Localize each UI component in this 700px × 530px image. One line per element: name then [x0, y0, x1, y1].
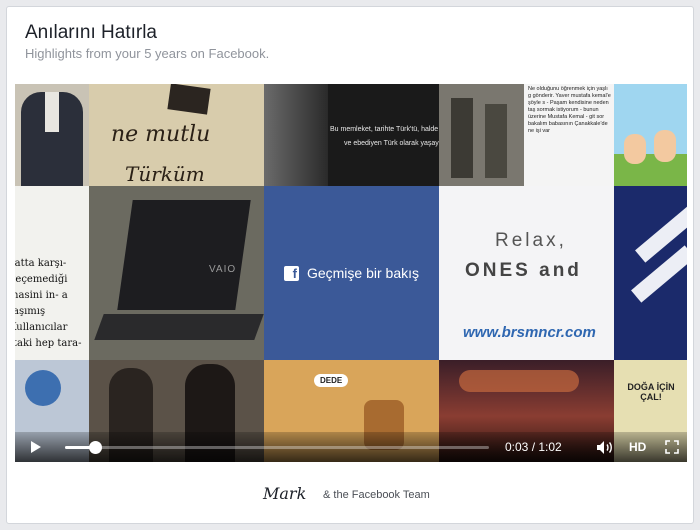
laptop-base [94, 314, 264, 340]
signature: Mark [263, 484, 307, 503]
video-controls: 0:03 / 1:02 HD [15, 432, 687, 462]
fullscreen-icon[interactable] [665, 440, 679, 454]
figure-shape [451, 98, 473, 178]
doga-text: DOĞA İÇİN ÇAL! [627, 382, 675, 402]
cloud-shape [459, 370, 579, 392]
website-text: www.brsmncr.com [463, 324, 596, 341]
time-total: 1:02 [538, 440, 562, 454]
page-subtitle: Highlights from your 5 years on Facebook… [25, 46, 270, 61]
page-title: Anılarını Hatırla [25, 22, 157, 43]
turkum-text: Türküm [125, 162, 205, 186]
relax-line-2: ONES and [465, 260, 582, 281]
badge-shape [167, 84, 211, 115]
memories-card: Anılarını Hatırla Highlights from your 5… [6, 6, 694, 524]
photo-tile-cartoon [614, 84, 687, 186]
volume-icon[interactable] [597, 441, 613, 454]
photo-tile-story: Ne olduğunu öğrenmek için yaşlı g gönder… [524, 84, 614, 186]
disc-shape [25, 370, 61, 406]
photo-tile-logo [614, 186, 687, 360]
shirt-shape [45, 92, 59, 132]
hd-button[interactable]: HD [629, 440, 646, 454]
character-shape [624, 134, 646, 164]
time-current: 0:03 [505, 440, 529, 454]
photo-tile-relax: Relax, ONES and www.brsmncr.com [439, 186, 614, 360]
time-display: 0:03 / 1:02 [505, 440, 562, 454]
story-text: Ne olduğunu öğrenmek için yaşlı g gönder… [528, 86, 611, 134]
photo-tile-ne-mutlu: ne mutlu Türküm [89, 84, 264, 186]
figure-shape-2 [485, 104, 507, 178]
comic-bubble: DEDE [314, 374, 349, 387]
photo-tile-quote: Bu memleket, tarihte Türk'tü, halde ve e… [264, 84, 439, 186]
relax-line-1: Relax, [495, 230, 567, 251]
photo-tile-soldiers [439, 84, 524, 186]
laptop-screen [117, 200, 251, 310]
photo-tile-book: yatta karşı- geçemediği masini in- a taş… [15, 186, 89, 360]
photo-tile-suit [15, 84, 89, 186]
photo-tile-laptop: VAIO [89, 186, 264, 360]
quote-line-2: ve ebediyen Türk olarak yaşay [344, 140, 439, 147]
center-label: Geçmişe bir bakış [306, 265, 420, 281]
quote-line-1: Bu memleket, tarihte Türk'tü, halde [330, 126, 439, 133]
team-text: & the Facebook Team [323, 489, 430, 501]
video-player[interactable]: ne mutlu Türküm Bu memleket, tarihte Tür… [15, 84, 687, 462]
facebook-icon: f [283, 265, 299, 281]
portrait-shape [264, 84, 328, 186]
progress-track[interactable] [65, 441, 489, 454]
time-separator: / [528, 440, 539, 454]
mutlu-text: ne mutlu [111, 122, 211, 147]
book-text: yatta karşı- geçemediği masini in- a taş… [15, 258, 82, 349]
character-shape-2 [654, 130, 676, 162]
play-icon[interactable] [31, 441, 41, 453]
fb-center-tile[interactable]: f Geçmişe bir bakış [264, 186, 439, 360]
laptop-brand: VAIO [209, 264, 237, 275]
progress-knob[interactable] [88, 441, 102, 454]
